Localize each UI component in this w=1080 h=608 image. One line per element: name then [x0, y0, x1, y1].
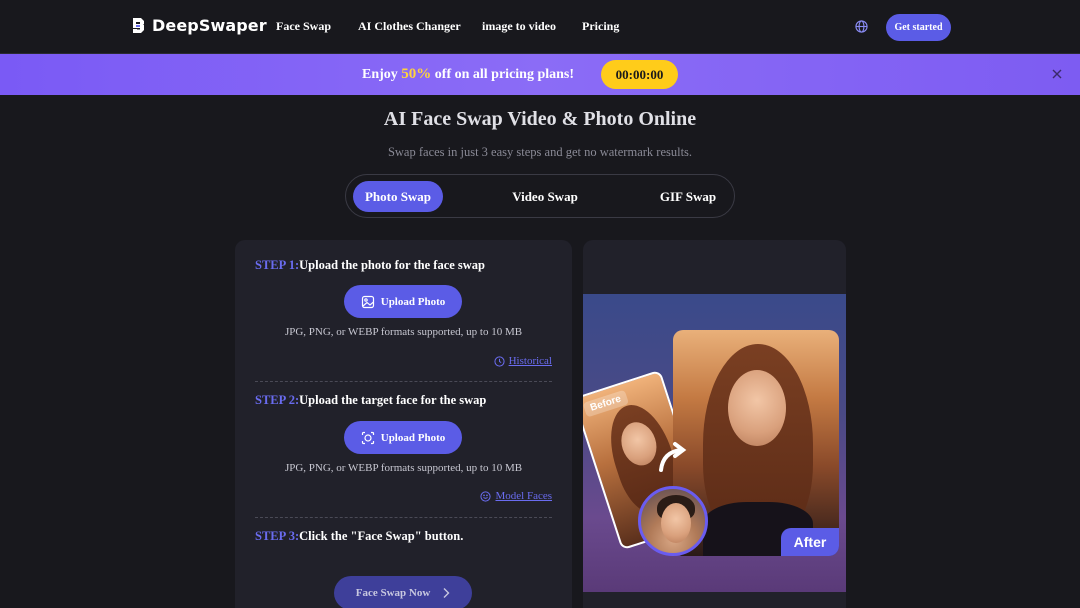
- close-icon[interactable]: [1050, 67, 1064, 81]
- source-face-photo: [638, 486, 708, 556]
- logo-text: DeepSwaper: [152, 16, 267, 35]
- after-label: After: [781, 528, 839, 556]
- curved-arrow-icon: [659, 442, 687, 472]
- face-scan-icon: [361, 431, 374, 444]
- upload-photo-button[interactable]: Upload Photo: [344, 285, 462, 318]
- image-upload-icon: [361, 295, 374, 308]
- clock-icon: [494, 355, 505, 367]
- historical-link-label: Historical: [508, 355, 552, 367]
- model-faces-link[interactable]: Model Faces: [480, 490, 552, 502]
- step-1-number: STEP 1:: [255, 258, 300, 272]
- step-2-formats: JPG, PNG, or WEBP formats supported, up …: [284, 462, 523, 474]
- step-2-number: STEP 2:: [255, 393, 300, 407]
- chevron-right-icon: [443, 588, 450, 598]
- nav-image-to-video[interactable]: image to video: [482, 19, 556, 34]
- step-2-text: Upload the target face for the swap: [299, 393, 487, 407]
- step-1-heading: STEP 1:Upload the photo for the face swa…: [255, 258, 485, 273]
- step-2-heading: STEP 2:Upload the target face for the sw…: [255, 393, 486, 408]
- promo-percent: 50%: [401, 66, 432, 82]
- historical-link[interactable]: Historical: [494, 355, 552, 367]
- page-title: AI Face Swap Video & Photo Online: [383, 108, 697, 130]
- step-divider: [255, 381, 552, 382]
- promo-text: Enjoy 50% off on all pricing plans!: [362, 66, 574, 83]
- smile-icon: [480, 490, 492, 502]
- tab-gif-swap[interactable]: GIF Swap: [643, 181, 733, 212]
- before-after-preview: Before After: [583, 294, 846, 592]
- tab-photo-swap[interactable]: Photo Swap: [353, 181, 443, 212]
- tab-video-swap[interactable]: Video Swap: [500, 181, 590, 212]
- site-header: DeepSwaper Face Swap AI Clothes Changer …: [0, 0, 1080, 54]
- countdown-timer: 00:00:00: [601, 60, 678, 89]
- swap-type-tabs: Photo Swap Video Swap GIF Swap: [345, 174, 735, 218]
- step-divider: [255, 517, 552, 518]
- step-3-text: Click the "Face Swap" button.: [299, 529, 464, 543]
- step-1-text: Upload the photo for the face swap: [299, 258, 486, 272]
- nav-pricing[interactable]: Pricing: [582, 19, 619, 34]
- step-1-formats: JPG, PNG, or WEBP formats supported, up …: [284, 326, 523, 338]
- step-3-heading: STEP 3:Click the "Face Swap" button.: [255, 529, 463, 544]
- preview-card: Before After: [583, 240, 846, 608]
- logo[interactable]: DeepSwaper: [131, 16, 267, 35]
- step-3-number: STEP 3:: [255, 529, 300, 543]
- face-swap-now-label: Face Swap Now: [355, 587, 431, 599]
- globe-icon[interactable]: [855, 20, 868, 33]
- upload-target-face-button[interactable]: Upload Photo: [344, 421, 462, 454]
- upload-target-label: Upload Photo: [380, 431, 446, 444]
- nav-face-swap[interactable]: Face Swap: [276, 19, 331, 34]
- logo-icon: [133, 18, 144, 33]
- get-started-button[interactable]: Get started: [886, 14, 951, 41]
- nav-ai-clothes-changer[interactable]: AI Clothes Changer: [358, 19, 461, 34]
- promo-prefix: Enjoy: [362, 67, 402, 82]
- promo-banner: Enjoy 50% off on all pricing plans!: [0, 54, 1080, 95]
- face-swap-now-button[interactable]: Face Swap Now: [334, 576, 472, 608]
- page-subtitle: Swap faces in just 3 easy steps and get …: [387, 145, 693, 159]
- model-faces-link-label: Model Faces: [495, 490, 552, 502]
- upload-photo-label: Upload Photo: [380, 295, 446, 308]
- steps-card: STEP 1:Upload the photo for the face swa…: [235, 240, 572, 608]
- promo-suffix: off on all pricing plans!: [431, 67, 575, 82]
